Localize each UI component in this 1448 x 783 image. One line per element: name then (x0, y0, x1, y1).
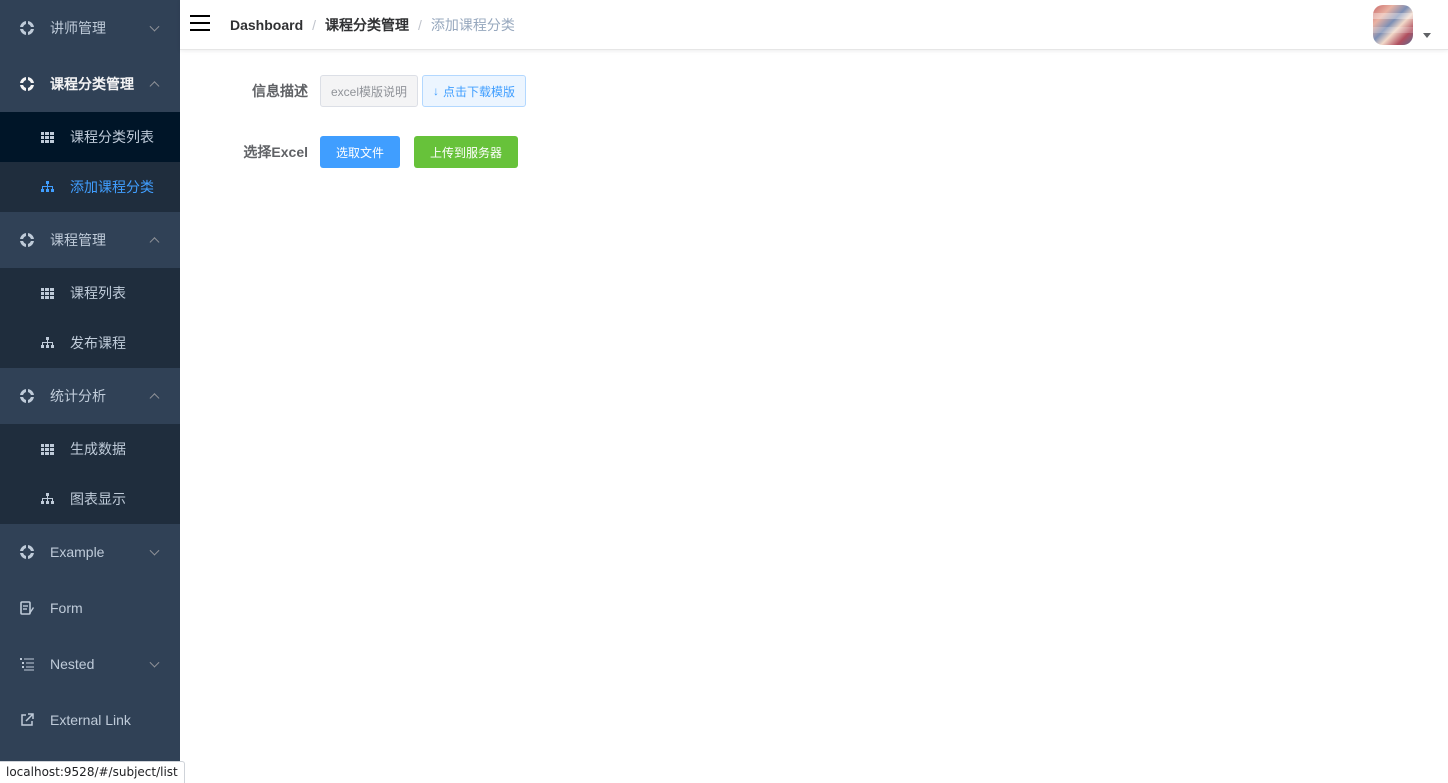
nested-icon (20, 657, 34, 671)
status-url: localhost:9528/#/subject/list (0, 761, 185, 783)
sidebar-item-course[interactable]: 课程管理 (0, 212, 180, 268)
tree-icon (40, 180, 54, 194)
sidebar-item-label: 图表显示 (70, 491, 126, 507)
sidebar-item-subject[interactable]: 课程分类管理 (0, 56, 180, 112)
sidebar-item-label: 讲师管理 (50, 20, 106, 36)
upload-to-server-button[interactable]: 上传到服务器 (414, 136, 518, 168)
sidebar-item-course-publish[interactable]: 发布课程 (0, 318, 180, 368)
tree-icon (40, 336, 54, 350)
sidebar-item-label: 添加课程分类 (70, 179, 154, 195)
sidebar-item-label: 课程分类列表 (70, 129, 154, 145)
sidebar-item-label: Form (50, 600, 83, 616)
sidebar-item-example[interactable]: Example (0, 524, 180, 580)
sidebar-item-statistics[interactable]: 统计分析 (0, 368, 180, 424)
table-icon (40, 286, 54, 300)
sidebar-item-label: 课程分类管理 (50, 76, 134, 92)
chevron-up-icon (149, 393, 160, 404)
submenu-statistics: 生成数据 图表显示 (0, 424, 180, 524)
chevron-down-icon (149, 545, 160, 556)
download-icon: ↓ (433, 84, 440, 98)
tree-icon (40, 492, 54, 506)
breadcrumb-current: 添加课程分类 (430, 17, 515, 33)
breadcrumb-subject[interactable]: 课程分类管理 (325, 15, 409, 35)
breadcrumb-separator: / (418, 17, 422, 33)
breadcrumb-separator: / (312, 17, 317, 33)
table-icon (40, 130, 54, 144)
navbar: Dashboard / 课程分类管理 / 添加课程分类 (180, 0, 1448, 50)
download-template-button[interactable]: ↓ 点击下载模版 (422, 75, 527, 107)
ring-icon (20, 21, 34, 35)
ring-icon (20, 233, 34, 247)
sidebar-item-subject-list[interactable]: 课程分类列表 (0, 112, 180, 162)
form-icon (20, 601, 34, 615)
sidebar-item-external-link[interactable]: External Link (0, 692, 180, 748)
sidebar-item-label: 生成数据 (70, 441, 126, 457)
sidebar-item-label: External Link (50, 712, 131, 728)
chevron-up-icon (149, 237, 160, 248)
chevron-down-icon (149, 21, 160, 32)
info-label: 信息描述 (252, 83, 308, 99)
sidebar-item-label: 发布课程 (70, 335, 126, 351)
main-content: 信息描述 excel模版说明 ↓ 点击下载模版 选择Excel 选取文件 上传到… (180, 50, 1448, 783)
sidebar-item-label: 统计分析 (50, 388, 106, 404)
breadcrumb: Dashboard / 课程分类管理 / 添加课程分类 (230, 0, 515, 50)
hamburger-icon[interactable] (190, 15, 210, 33)
chevron-up-icon (149, 81, 160, 92)
sidebar-item-nested[interactable]: Nested (0, 636, 180, 692)
breadcrumb-dashboard[interactable]: Dashboard (230, 17, 303, 33)
form-row-excel: 选择Excel 选取文件 上传到服务器 (180, 136, 1448, 168)
sidebar-item-label: 课程列表 (70, 285, 126, 301)
sidebar-item-course-list[interactable]: 课程列表 (0, 268, 180, 318)
download-template-label: 点击下载模版 (443, 84, 516, 99)
sidebar-item-label: Example (50, 544, 105, 560)
ring-icon (20, 389, 34, 403)
form-row-info: 信息描述 excel模版说明 ↓ 点击下载模版 (180, 75, 1448, 107)
sidebar-item-label: Nested (50, 656, 95, 672)
sidebar-item-subject-add[interactable]: 添加课程分类 (0, 162, 180, 212)
submenu-subject: 课程分类列表 添加课程分类 (0, 112, 180, 212)
ring-icon (20, 545, 34, 559)
template-description-tag: excel模版说明 (320, 75, 419, 107)
sidebar-item-statistics-chart[interactable]: 图表显示 (0, 474, 180, 524)
excel-label: 选择Excel (243, 144, 308, 160)
sidebar-item-form[interactable]: Form (0, 580, 180, 636)
table-icon (40, 442, 54, 456)
sidebar-item-teacher[interactable]: 讲师管理 (0, 0, 180, 56)
avatar[interactable] (1373, 5, 1413, 45)
submenu-course: 课程列表 发布课程 (0, 268, 180, 368)
chevron-down-icon (149, 657, 160, 668)
caret-down-icon[interactable] (1423, 33, 1431, 38)
sidebar-item-label: 课程管理 (50, 232, 106, 248)
select-file-button[interactable]: 选取文件 (320, 136, 400, 168)
sidebar: 讲师管理 课程分类管理 课程分类列表 添加课程分类 课程管理 课程列表 发布课程… (0, 0, 180, 783)
ring-icon (20, 77, 34, 91)
sidebar-item-statistics-create[interactable]: 生成数据 (0, 424, 180, 474)
external-link-icon (20, 713, 34, 727)
